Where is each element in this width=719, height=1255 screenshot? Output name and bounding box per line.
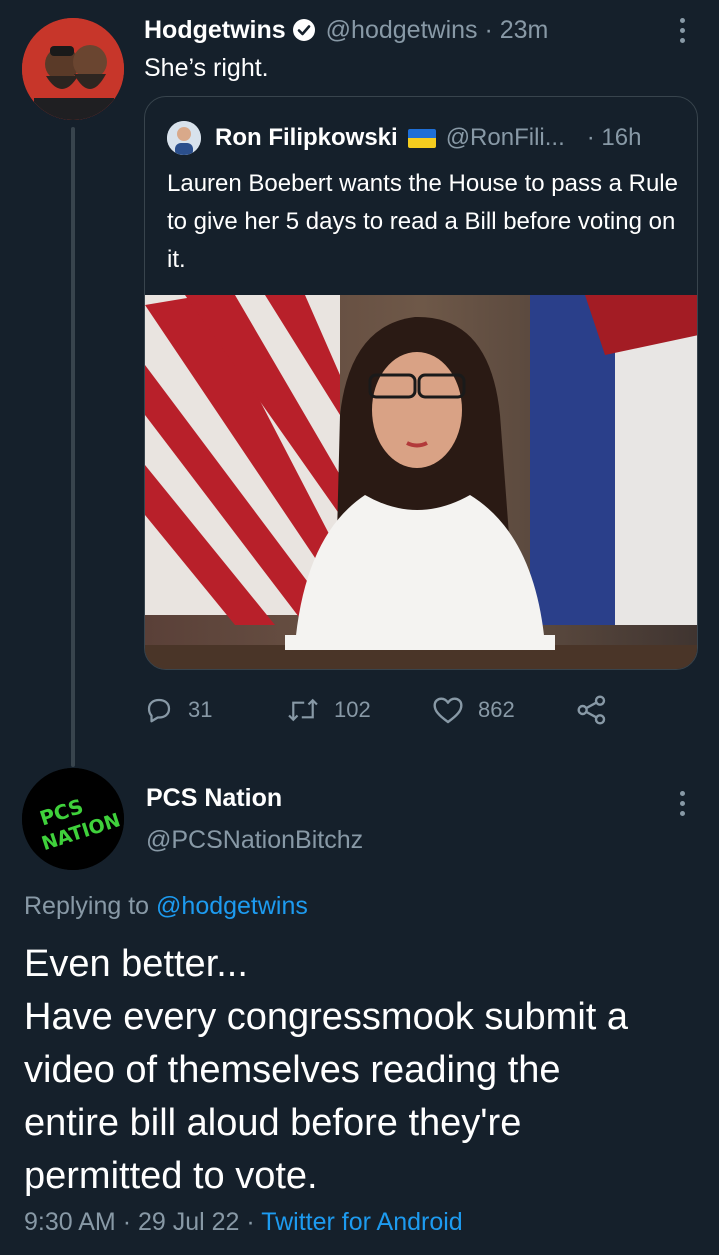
quoted-tweet-image[interactable]: [145, 295, 697, 669]
verified-badge-icon: [292, 18, 316, 42]
reply-text-line: permitted to vote.: [24, 1155, 318, 1197]
quoted-author-name: Ron Filipkowski: [215, 124, 398, 151]
replying-prefix: Replying to: [24, 892, 150, 920]
reply-author-handle[interactable]: @PCSNationBitchz: [146, 826, 363, 855]
retweet-button[interactable]: 102: [286, 690, 371, 730]
reply-author-name[interactable]: PCS Nation: [146, 784, 282, 813]
quoted-tweet-card[interactable]: Ron Filipkowski @RonFili... · 16h Lauren…: [144, 96, 698, 670]
tweet-date[interactable]: 29 Jul 22: [138, 1208, 239, 1236]
thread-connector-line: [71, 127, 75, 767]
separator-dot: ·: [246, 1208, 262, 1236]
tweet-time[interactable]: 23m: [500, 16, 549, 45]
quoted-tweet-text: Lauren Boebert wants the House to pass a…: [167, 170, 678, 273]
ukraine-flag-icon: [407, 128, 436, 148]
hodgetwins-avatar[interactable]: [22, 18, 124, 120]
separator-dot: ·: [122, 1208, 138, 1236]
share-button[interactable]: [576, 690, 622, 730]
tweet-text: She’s right.: [144, 54, 269, 82]
tweet-source-link[interactable]: Twitter for Android: [261, 1208, 462, 1236]
quoted-author-avatar: [167, 121, 201, 155]
replying-to-link[interactable]: @hodgetwins: [156, 892, 308, 920]
more-options-icon[interactable]: [672, 14, 692, 44]
reply-text-line: Even better...: [24, 943, 248, 985]
quoted-tweet-header: Ron Filipkowski @RonFili... · 16h: [167, 121, 641, 155]
like-icon: [433, 697, 463, 724]
reply-count: 31: [188, 697, 213, 722]
quoted-tweet-time: · 16h: [586, 124, 642, 151]
reply-text-line: Have every congressmook submit a: [24, 996, 629, 1038]
pcs-nation-avatar[interactable]: PCS NATION: [22, 768, 124, 870]
reply-text-line: video of themselves reading the: [24, 1049, 561, 1091]
retweet-count: 102: [334, 697, 371, 722]
like-button[interactable]: 862: [432, 690, 515, 730]
reply-text: Even better... Have every congressmook s…: [24, 938, 704, 1203]
tweet-metadata: 9:30 AM · 29 Jul 22 · Twitter for Androi…: [24, 1208, 463, 1237]
quoted-author-handle: @RonFili...: [445, 124, 565, 151]
reply-text-line: entire bill aloud before they're: [24, 1102, 522, 1144]
reply-button[interactable]: 31: [144, 690, 212, 730]
like-count: 862: [478, 697, 515, 722]
tweet-header: Hodgetwins @hodgetwins · 23m: [144, 14, 548, 46]
author-name[interactable]: Hodgetwins: [144, 16, 286, 45]
retweet-icon: [288, 698, 318, 722]
reply-icon: [147, 698, 171, 723]
more-options-icon[interactable]: [672, 787, 692, 817]
tweet-thread: Hodgetwins @hodgetwins · 23m She’s right…: [0, 0, 719, 1255]
share-icon: [577, 695, 606, 725]
author-handle[interactable]: @hodgetwins: [326, 16, 478, 45]
separator-dot: ·: [477, 15, 500, 44]
replying-to-line: Replying to @hodgetwins: [24, 892, 308, 921]
tweet-timestamp[interactable]: 9:30 AM: [24, 1208, 116, 1236]
